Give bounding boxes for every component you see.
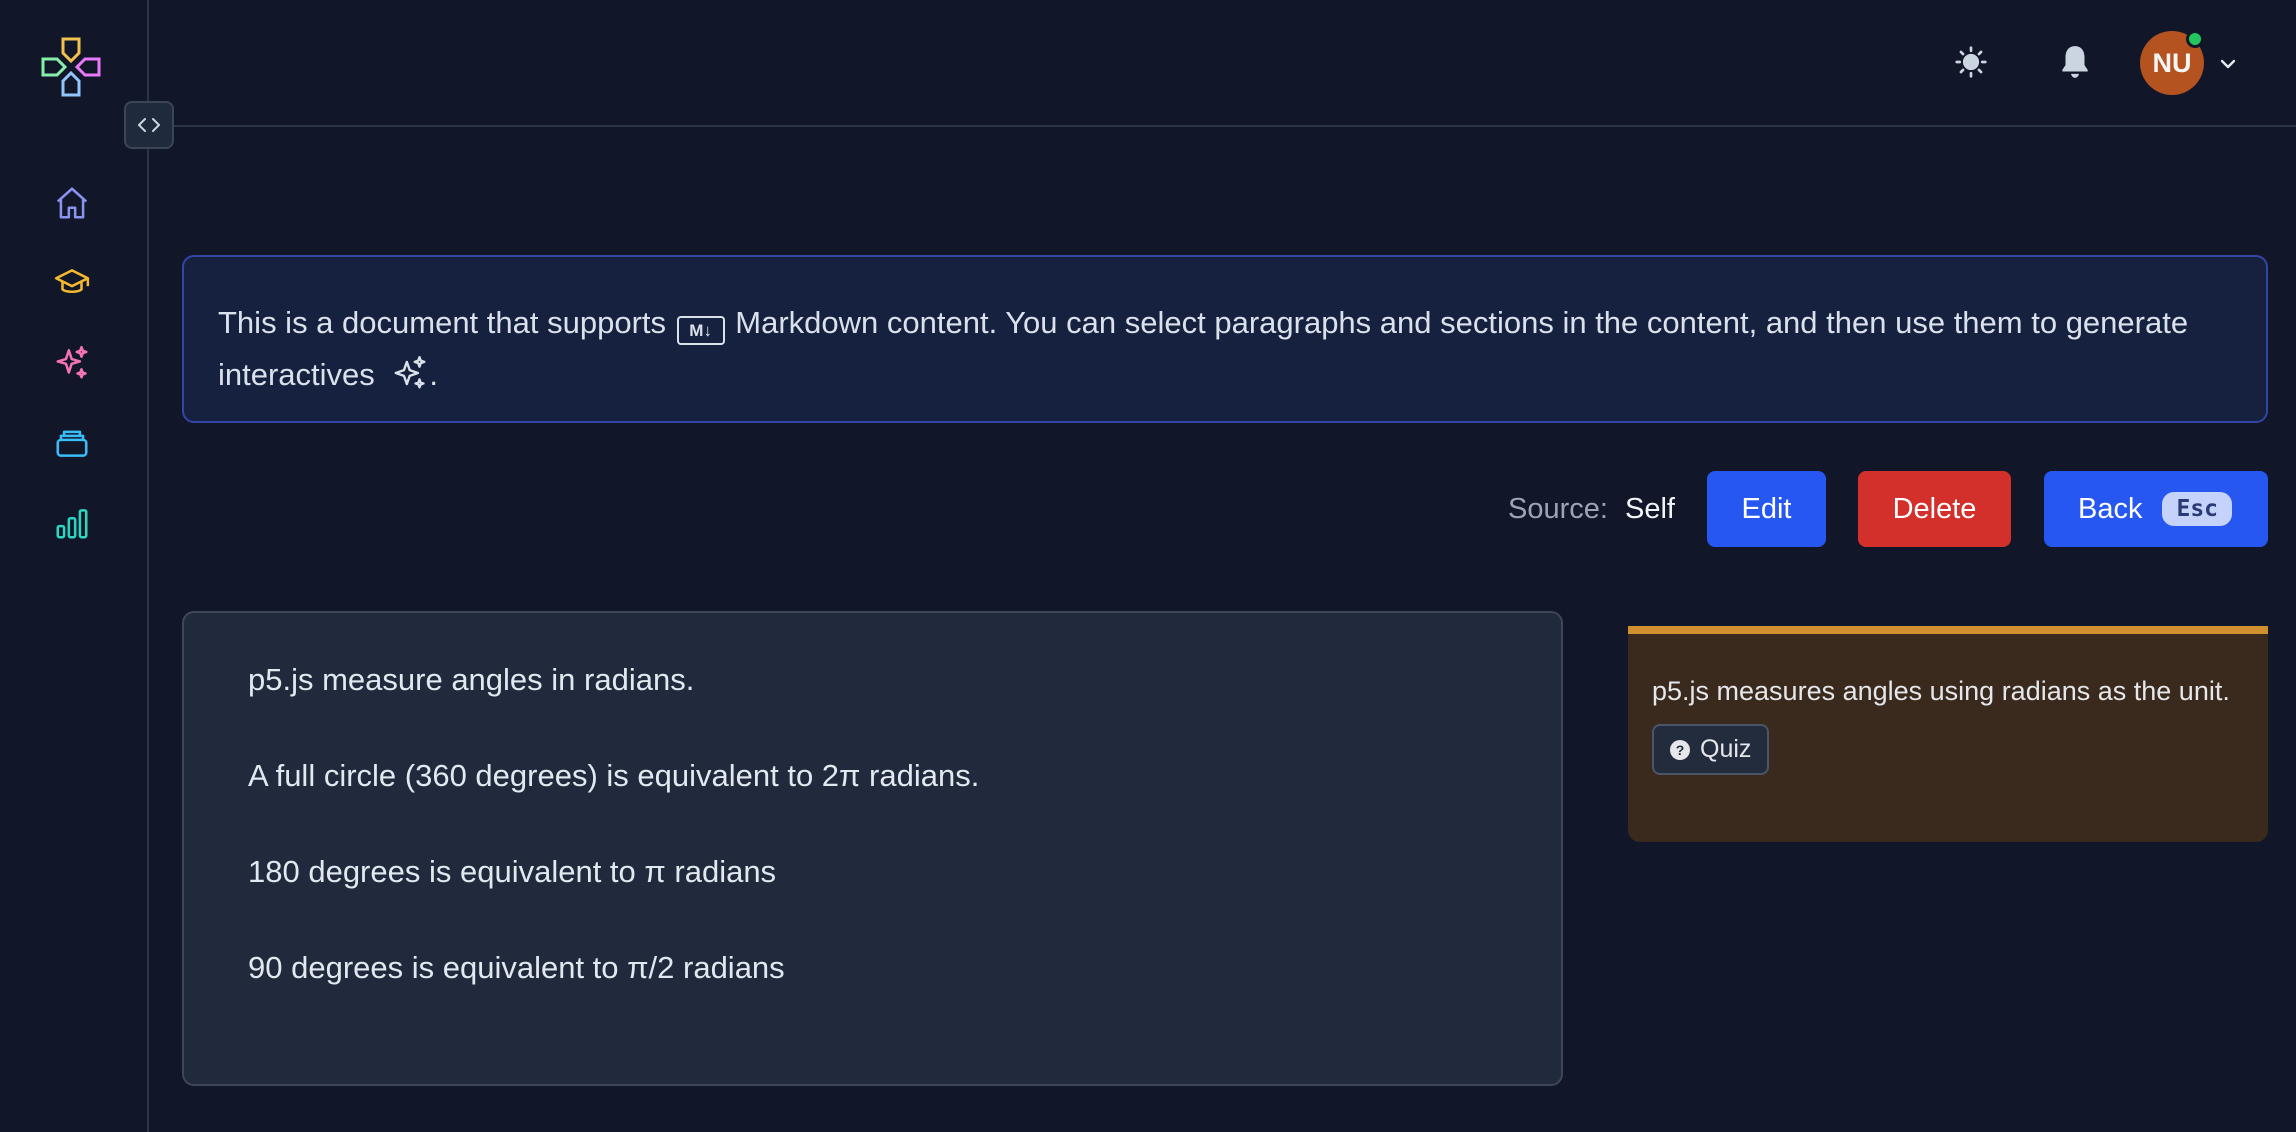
document-content[interactable]: p5.js measure angles in radians. A full … <box>182 611 1563 1086</box>
quiz-label: Quiz <box>1700 735 1752 763</box>
info-banner: This is a document that supports M↓ Mark… <box>182 255 2268 423</box>
edit-button[interactable]: Edit <box>1707 471 1826 547</box>
banner-text-end: . <box>429 357 439 392</box>
markdown-icon: M↓ <box>676 316 725 345</box>
app-logo[interactable] <box>38 34 104 100</box>
quiz-button[interactable]: ? Quiz <box>1652 724 1770 775</box>
sidebar-collapse-button[interactable] <box>124 101 174 149</box>
bell-icon[interactable] <box>2053 40 2097 84</box>
sun-icon[interactable] <box>1949 40 1993 84</box>
content-paragraph[interactable]: p5.js measure angles in radians. <box>248 659 1497 755</box>
sparkles-inline-icon <box>391 354 429 408</box>
content-paragraph[interactable]: 180 degrees is equivalent to π radians <box>248 851 1497 947</box>
bar-chart-icon[interactable] <box>50 501 94 545</box>
question-icon: ? <box>1670 739 1690 760</box>
online-status-badge <box>2186 30 2204 48</box>
back-button-label: Back <box>2078 492 2143 525</box>
markdown-icon-label: M↓ <box>689 321 712 340</box>
chevron-down-icon[interactable] <box>2216 52 2240 76</box>
esc-shortcut-badge: Esc <box>2162 492 2233 526</box>
sparkles-icon[interactable] <box>50 341 94 385</box>
back-button[interactable]: Back Esc <box>2044 471 2268 547</box>
source-label: Source: <box>1508 493 1608 525</box>
sidebar <box>0 0 149 1132</box>
content-paragraph[interactable]: 90 degrees is equivalent to π/2 radians <box>248 947 1497 1043</box>
stack-icon[interactable] <box>50 421 94 465</box>
delete-button[interactable]: Delete <box>1858 471 2011 547</box>
graduation-cap-icon[interactable] <box>50 261 94 305</box>
note-text: p5.js measures angles using radians as t… <box>1652 676 2230 706</box>
banner-text-start: This is a document that supports <box>218 305 667 340</box>
interactive-note-card: p5.js measures angles using radians as t… <box>1628 626 2268 842</box>
home-icon[interactable] <box>50 181 94 225</box>
source-value: Self <box>1625 493 1675 525</box>
content-paragraph[interactable]: A full circle (360 degrees) is equivalen… <box>248 755 1497 851</box>
